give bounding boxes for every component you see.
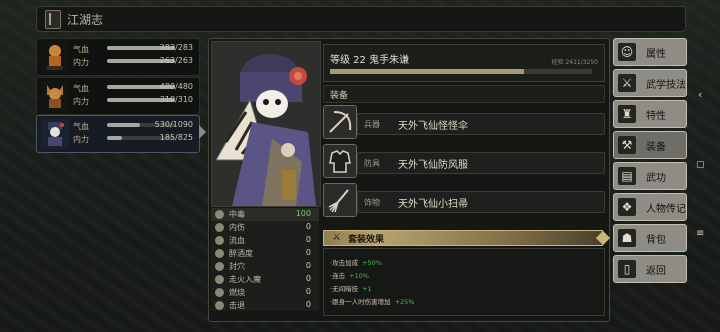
mp-value: 185/825: [159, 133, 193, 142]
seal-acupoint-icon: [215, 261, 224, 271]
book-icon: [45, 10, 61, 29]
umbrella-weapon-icon: [323, 105, 357, 139]
effect-line: ·无间暗技 +1: [330, 285, 372, 293]
traits-icon: ♜: [618, 105, 636, 123]
hp-value: 480/480: [159, 82, 193, 91]
menu-biography-button[interactable]: ❖ 人物传记: [613, 193, 687, 221]
level-and-name: 等级 22 鬼手朱谦: [330, 55, 410, 66]
hp-value: 530/1090: [154, 120, 193, 129]
kungfu-icon: ▤: [618, 167, 636, 185]
internal-injury-icon: [215, 222, 224, 232]
equipment-row: 饰物 天外飞仙小扫帚: [357, 191, 605, 213]
mp-label: 内力: [73, 97, 89, 106]
hp-label: 气血: [73, 45, 89, 54]
team-member-card-2[interactable]: 气血 480/480 内力 310/310: [36, 77, 200, 115]
avatar: [41, 42, 69, 72]
equipment-slot-armor[interactable]: 防具 天外飞仙防风服: [323, 144, 605, 178]
menu-equipment-button[interactable]: ⚒ 装备: [613, 131, 687, 159]
menu-return-button[interactable]: ▯ 返回: [613, 255, 687, 283]
knockback-icon: [215, 300, 224, 310]
stat-row: 流血 0: [211, 233, 319, 247]
poison-icon: [215, 210, 224, 219]
qi-deviation-icon: [215, 274, 224, 284]
equipment-icon: ⚒: [618, 136, 636, 154]
title-bar: 江湖志: [36, 6, 686, 32]
collapse-chevron-icon[interactable]: ‹: [698, 88, 702, 101]
mp-label: 内力: [73, 135, 89, 144]
drunk-icon: [215, 248, 224, 258]
equipment-row: 防具 天外飞仙防风服: [357, 152, 605, 174]
team-member-card-1[interactable]: 气血 283/283 内力 263/263: [36, 38, 200, 76]
stat-row: 走火入魔 0: [211, 272, 319, 286]
effect-line: ·跟身一人时伤害增加 +25%: [330, 298, 415, 306]
set-bonus-effects: ·攻击加成 +50% ·连击 +10% ·无间暗技 +1 ·跟身一人时伤害增加 +25%: [323, 248, 605, 316]
page-title: 江湖志: [67, 13, 104, 27]
martial-arts-icon: ⚔: [618, 74, 636, 92]
stat-row: 内伤 0: [211, 220, 319, 234]
selected-indicator-icon: [199, 125, 206, 139]
mp-label: 内力: [73, 58, 89, 67]
menu-martial-arts-button[interactable]: ⚔ 武学技法: [613, 69, 687, 97]
effect-line: ·攻击加成 +50%: [330, 259, 382, 267]
backpack-icon: ☗: [618, 229, 636, 247]
broom-icon: [323, 183, 357, 217]
menu-kungfu-button[interactable]: ▤ 武功: [613, 162, 687, 190]
equipment-slot-accessory[interactable]: 饰物 天外飞仙小扫帚: [323, 183, 605, 217]
attributes-icon: ☺: [618, 43, 636, 61]
menu-attributes-button[interactable]: ☺ 属性: [613, 38, 687, 66]
equipment-row: 兵器 天外飞仙怪怪伞: [357, 113, 605, 135]
stat-row: 醉酒度 0: [211, 246, 319, 260]
mp-value: 263/263: [159, 56, 193, 65]
avatar: [41, 119, 69, 149]
burn-icon: [215, 287, 224, 297]
square-nav-icon[interactable]: ▢: [696, 160, 705, 170]
mp-value: 310/310: [159, 95, 193, 104]
equipment-section-header: 装备: [323, 85, 605, 103]
status-effects-list: 中毒 100 内伤 0 流血 0 醉酒度 0 封穴 0 走火入魔 0 燃烧 0 击退 0: [211, 208, 319, 312]
character-portrait: [211, 41, 321, 207]
menu-backpack-button[interactable]: ☗ 背包: [613, 224, 687, 252]
armor-icon: [323, 144, 357, 178]
equipment-slot-weapon[interactable]: 兵器 天外飞仙怪怪伞: [323, 105, 605, 139]
menu-lines-icon[interactable]: ≡: [696, 228, 704, 239]
hp-label: 气血: [73, 122, 89, 131]
bleed-icon: [215, 235, 224, 245]
hp-value: 283/283: [159, 43, 193, 52]
biography-icon: ❖: [618, 198, 636, 216]
experience-bar: [330, 69, 592, 74]
stat-row: 中毒 100: [211, 208, 319, 221]
hp-label: 气血: [73, 84, 89, 93]
stat-row: 击退 0: [211, 298, 319, 312]
team-member-card-3[interactable]: 气血 530/1090 内力 185/825: [36, 115, 200, 153]
effect-line: ·连击 +10%: [330, 272, 369, 280]
experience-text: 经验 2411/3250: [551, 59, 598, 66]
avatar: [41, 81, 69, 111]
level-panel: 等级 22 鬼手朱谦 经验 2411/3250: [323, 44, 605, 82]
menu-traits-button[interactable]: ♜ 特性: [613, 100, 687, 128]
set-bonus-header: ⚔ 套装效果: [323, 230, 611, 246]
sword-icon: ⚔: [332, 232, 341, 243]
stat-row: 燃烧 0: [211, 285, 319, 299]
stat-row: 封穴 0: [211, 259, 319, 273]
return-icon: ▯: [618, 260, 636, 278]
